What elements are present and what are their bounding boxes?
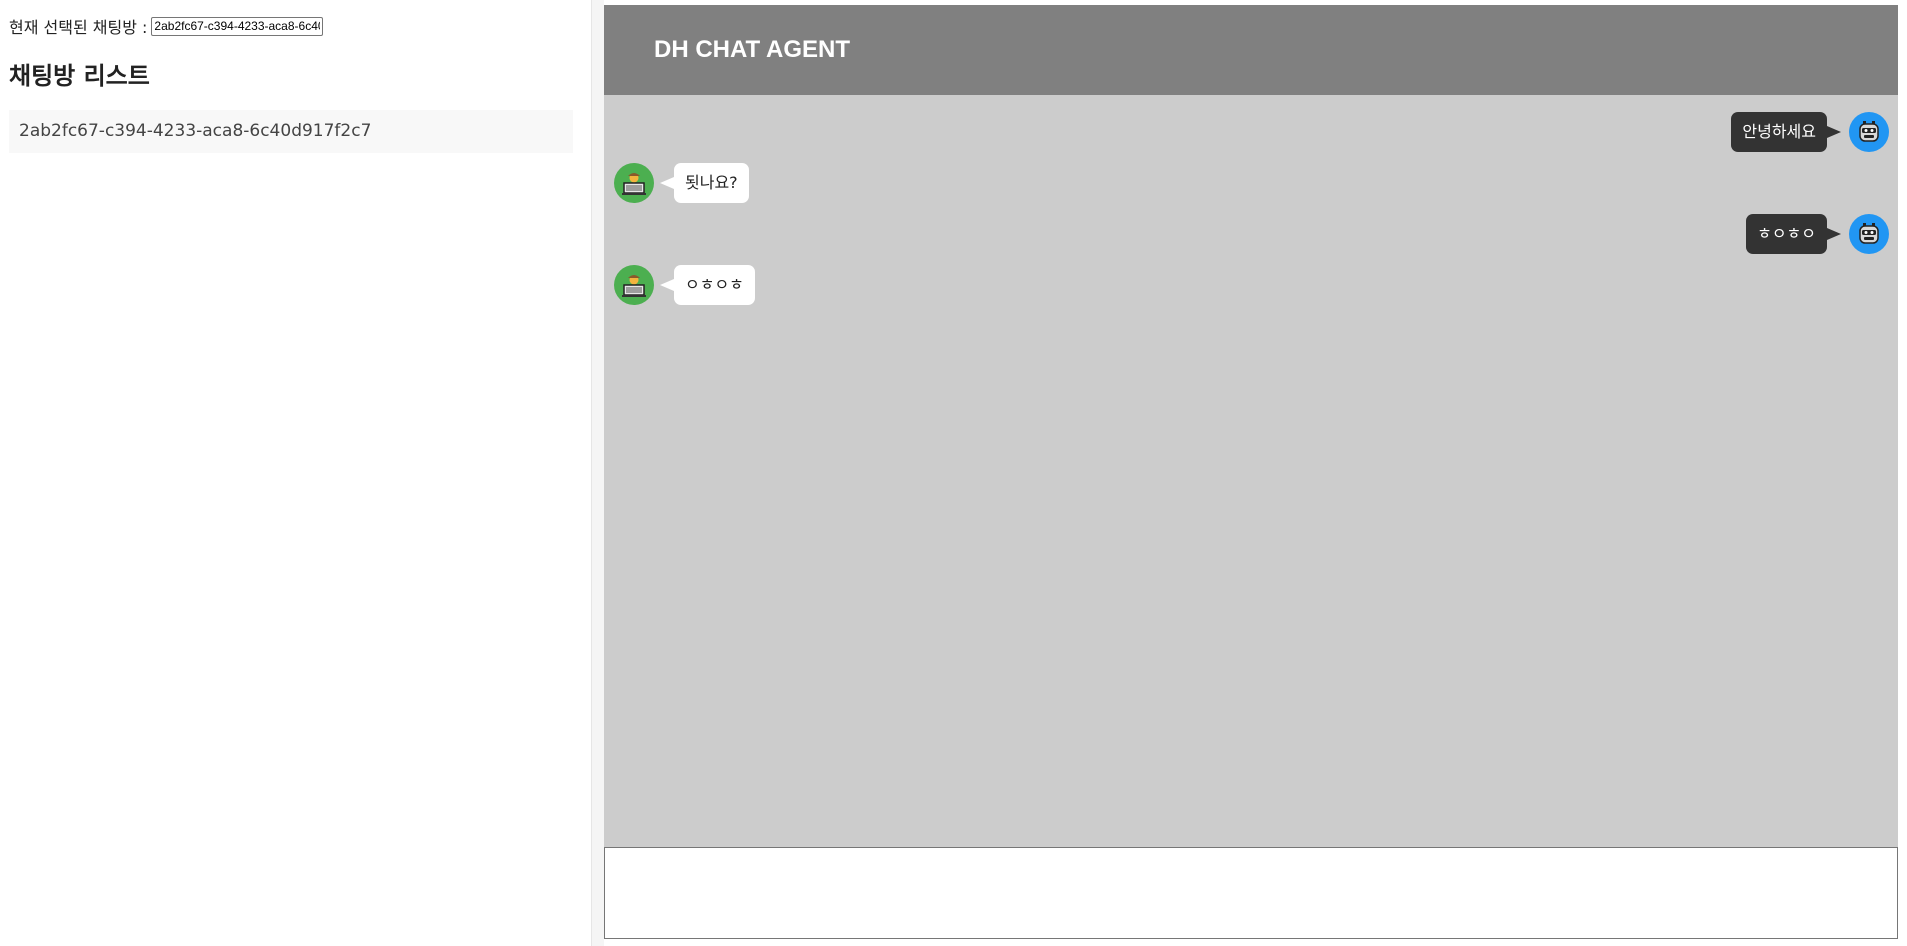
robot-face-icon <box>1849 214 1889 254</box>
person-at-laptop-icon <box>614 265 654 305</box>
room-sidebar: 현재 선택된 채팅방 : 채팅방 리스트 2ab2fc67-c394-4233-… <box>0 0 592 946</box>
message-input[interactable] <box>604 847 1898 939</box>
message-list: 안녕하세요 됫나요? ㅎㅇㅎㅇ ㅇㅎㅇㅎ <box>604 95 1898 847</box>
selected-room-row: 현재 선택된 채팅방 : <box>9 14 324 38</box>
bot-message-bubble: ㅇㅎㅇㅎ <box>660 265 755 305</box>
robot-face-icon <box>1849 112 1889 152</box>
panel-divider <box>592 0 604 946</box>
app: 현재 선택된 채팅방 : 채팅방 리스트 2ab2fc67-c394-4233-… <box>0 0 1907 946</box>
user-message: ㅎㅇㅎㅇ <box>1746 214 1889 254</box>
bot-message-bubble: 됫나요? <box>660 163 749 203</box>
room-list: 2ab2fc67-c394-4233-aca8-6c40d917f2c7 <box>9 110 573 153</box>
chat-title: DH CHAT AGENT <box>654 36 850 63</box>
user-message-bubble: 안녕하세요 <box>1731 112 1841 152</box>
selected-room-input[interactable] <box>151 16 324 36</box>
bot-message: ㅇㅎㅇㅎ <box>614 265 755 305</box>
chat-window: DH CHAT AGENT 안녕하세요 됫나요? ㅎㅇㅎㅇ ㅇㅎㅇㅎ <box>604 5 1898 939</box>
chat-header: DH CHAT AGENT <box>604 5 1898 95</box>
room-list-title: 채팅방 리스트 <box>9 62 150 90</box>
bot-message: 됫나요? <box>614 163 749 203</box>
user-message-bubble: ㅎㅇㅎㅇ <box>1746 214 1841 254</box>
selected-room-label: 현재 선택된 채팅방 : <box>9 18 148 37</box>
person-at-laptop-icon <box>614 163 654 203</box>
room-list-item[interactable]: 2ab2fc67-c394-4233-aca8-6c40d917f2c7 <box>9 110 573 153</box>
user-message: 안녕하세요 <box>1731 112 1889 152</box>
